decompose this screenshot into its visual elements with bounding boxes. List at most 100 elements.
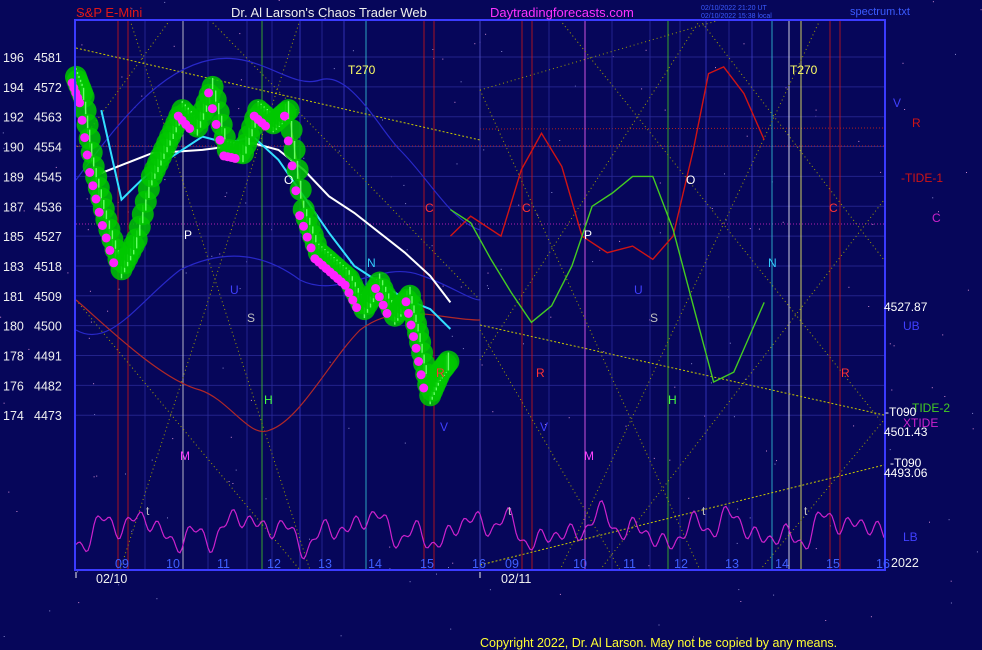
hour-tick: 12 [267,557,281,571]
star [711,208,713,209]
hour-tick: 11 [217,557,230,571]
star [592,261,594,263]
y-label-price: 4572 [34,81,62,95]
star [872,223,874,225]
star [904,109,906,110]
hour-tick: 15 [826,557,840,571]
star [501,51,503,52]
date-label: 02/10 [96,572,127,586]
y-label-price: 4518 [34,260,62,274]
time-line-label: U [634,283,643,297]
star [93,476,95,478]
star [858,140,860,142]
star [815,109,817,111]
time-line-label: C [425,201,434,215]
time-line-label: H [264,393,273,407]
y-label-price: 4554 [34,141,62,155]
y-label-price: 4491 [34,350,62,364]
star [432,49,434,50]
magenta-dot [299,221,308,231]
star [550,316,552,318]
hour-tick: 15 [420,557,434,571]
star [164,179,166,181]
star [451,335,453,337]
star [889,343,891,345]
star [340,635,342,637]
y-label-left: 190 [3,141,24,155]
star [303,157,305,159]
star [436,573,437,575]
magenta-dot [105,245,115,255]
right-label: 4493.06 [884,466,928,480]
magenta-dot [306,243,316,253]
star [950,580,952,582]
y-label-price: 4536 [34,200,62,214]
time-line-label: V [440,420,448,434]
center-title: Dr. Al Larson's Chaos Trader Web [231,5,427,20]
star [758,228,760,230]
time-line-label: C [829,201,838,215]
star [3,402,5,404]
star [409,581,411,583]
hour-tick: 16 [472,557,486,571]
star [664,109,666,111]
star [972,428,974,430]
star [211,255,213,257]
magenta-dot [382,308,392,318]
right-label: -TIDE-1 [901,171,943,185]
magenta-dot [85,168,95,177]
star [348,427,350,429]
star [278,0,280,1]
star [599,249,601,251]
star [518,204,520,206]
y-label-left: 181 [3,290,24,304]
site-link[interactable]: Daytradingforecasts.com [490,5,634,20]
magenta-dot [409,332,418,342]
magenta-dot [77,115,87,125]
star [96,475,98,477]
star [93,383,95,385]
star [131,530,133,532]
star [500,268,502,270]
star [224,196,226,197]
stamp-line-1: 02/10/2022 21:20 UT [701,5,767,12]
magenta-dot [352,303,362,313]
y-label-price: 4545 [34,170,62,184]
hour-tick: 10 [573,557,587,571]
time-line-label: S [247,311,255,325]
star [889,449,891,451]
star [164,1,166,3]
star [228,481,230,482]
time-line-label: C [522,201,531,215]
star [474,43,476,45]
star [568,417,570,419]
star [118,288,120,290]
star [738,589,740,591]
hour-tick: 13 [725,557,739,571]
star [931,387,933,389]
star [219,253,221,255]
y-label-price: 4509 [34,290,62,304]
star [929,521,930,523]
star [737,508,739,510]
star [483,149,485,151]
star [674,386,676,388]
star [972,412,974,414]
star [853,425,855,427]
star [452,562,454,564]
hour-tick: 16 [876,557,890,571]
star [932,1,934,3]
star [645,49,647,51]
star [902,62,904,64]
star [333,68,335,70]
star [172,438,174,440]
magenta-dot [97,221,107,230]
star [691,363,693,365]
star [250,399,252,401]
star [460,81,462,83]
star [167,517,168,519]
magenta-dot [75,98,85,108]
star [87,229,89,231]
star [156,598,158,600]
time-line-label: S [650,311,658,325]
